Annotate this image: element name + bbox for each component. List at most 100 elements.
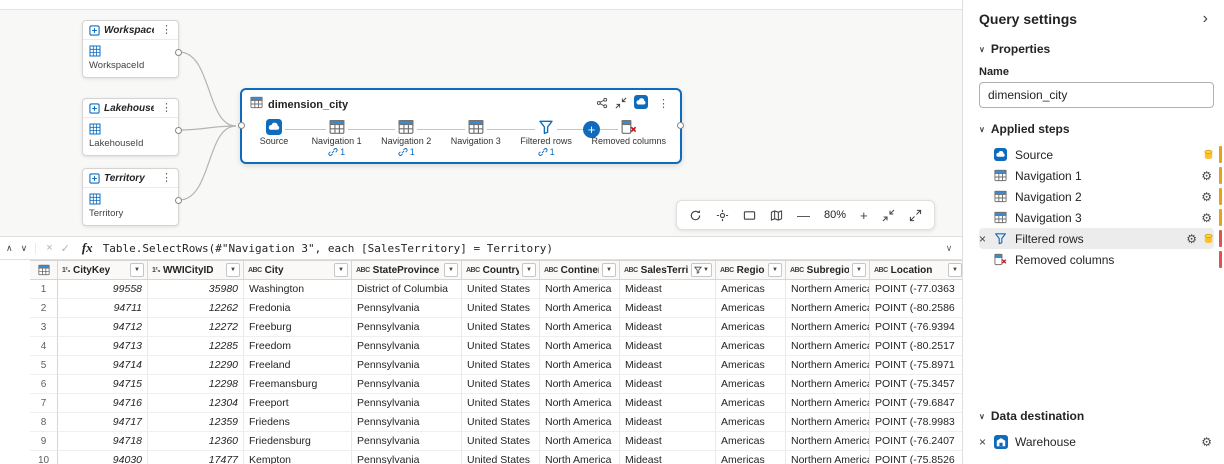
filter-dropdown-icon[interactable]: ▼ (226, 263, 240, 277)
cell[interactable]: 17477 (148, 451, 244, 464)
expand-canvas-button[interactable] (909, 209, 922, 222)
column-header-SalesTerritory[interactable]: ABCSalesTerritory▼ (620, 260, 716, 280)
cell[interactable]: 12290 (148, 356, 244, 375)
cell[interactable]: Washington (244, 280, 352, 299)
cell[interactable]: Americas (716, 337, 786, 356)
cell[interactable]: Americas (716, 451, 786, 464)
column-header-Country[interactable]: ABC Country ▼ (462, 260, 540, 280)
applied-step-navigation-3[interactable]: Navigation 3 ⚙ (979, 207, 1222, 228)
cell[interactable]: Mideast (620, 337, 716, 356)
cell[interactable]: POINT (-75.8971 (870, 356, 962, 375)
collapse-panel-button[interactable]: › (1197, 10, 1214, 28)
center-view-button[interactable] (716, 209, 729, 222)
cell[interactable]: North America (540, 413, 620, 432)
cell[interactable]: Americas (716, 280, 786, 299)
row-number[interactable]: 6 (30, 375, 58, 394)
column-header-Continent[interactable]: ABCContinent▼ (540, 260, 620, 280)
applied-step-filtered-rows[interactable]: × Filtered rows ⚙ (979, 228, 1222, 249)
cell[interactable]: Northern America (786, 432, 870, 451)
reset-view-button[interactable] (689, 209, 702, 222)
cell[interactable]: POINT (-75.8526 (870, 451, 962, 464)
cell[interactable]: United States (462, 318, 540, 337)
related-queries-icon[interactable] (596, 96, 608, 114)
output-port[interactable] (175, 49, 182, 56)
cell[interactable]: Pennsylvania (352, 299, 462, 318)
node-step-navigation-2[interactable]: Navigation 21 (381, 119, 431, 157)
next-step-button[interactable]: ∨ (21, 243, 28, 254)
formula-input[interactable]: Table.SelectRows(#"Navigation 3", each [… (103, 242, 936, 255)
cell[interactable]: Fredonia (244, 299, 352, 318)
cell[interactable]: 12285 (148, 337, 244, 356)
cell[interactable]: Northern America (786, 375, 870, 394)
cell[interactable]: Northern America (786, 280, 870, 299)
cell[interactable]: Mideast (620, 318, 716, 337)
column-header-Subregion[interactable]: ABCSubregion▼ (786, 260, 870, 280)
cell[interactable]: Mideast (620, 413, 716, 432)
cell[interactable]: Americas (716, 356, 786, 375)
more-options-icon[interactable]: ⋮ (158, 173, 175, 184)
step-settings-gear-icon[interactable]: ⚙ (1201, 170, 1212, 182)
cell[interactable]: Mideast (620, 280, 716, 299)
query-node-dimension-city[interactable]: dimension_city ⋮ Source Navigation 1 1 Navi… (238, 88, 684, 164)
applied-step-source[interactable]: Source (979, 144, 1222, 165)
filter-dropdown-icon[interactable]: ▼ (768, 263, 782, 277)
cell[interactable]: Northern America (786, 413, 870, 432)
cell[interactable]: Northern America (786, 299, 870, 318)
select-all-cell[interactable] (30, 260, 58, 280)
expand-formula-bar-icon[interactable]: ∨ (936, 243, 962, 254)
applied-step-navigation-2[interactable]: Navigation 2 ⚙ (979, 186, 1222, 207)
cell[interactable]: United States (462, 299, 540, 318)
cell[interactable]: POINT (-80.2586 (870, 299, 962, 318)
cell[interactable]: 12304 (148, 394, 244, 413)
row-number[interactable]: 8 (30, 413, 58, 432)
reference-count-badge[interactable]: 1 (538, 147, 555, 157)
cell[interactable]: POINT (-80.2517 (870, 337, 962, 356)
cell[interactable]: 94714 (58, 356, 148, 375)
parameter-card-territory[interactable]: Territory ⋮ Territory (82, 168, 182, 226)
filter-funnel-icon[interactable]: ▼ (691, 263, 712, 277)
fit-to-screen-button[interactable] (743, 209, 756, 222)
applied-step-navigation-1[interactable]: Navigation 1 ⚙ (979, 165, 1222, 186)
cell[interactable]: Kempton (244, 451, 352, 464)
cell[interactable]: 12360 (148, 432, 244, 451)
cell[interactable]: 12359 (148, 413, 244, 432)
filter-dropdown-icon[interactable]: ▼ (334, 263, 348, 277)
cell[interactable]: POINT (-76.2407 (870, 432, 962, 451)
zoom-out-button[interactable]: — (797, 208, 810, 223)
cell[interactable]: Freedom (244, 337, 352, 356)
cell[interactable]: Northern America (786, 318, 870, 337)
parameter-card-lakehouseid[interactable]: LakehouseId ⋮ LakehouseId (82, 98, 182, 156)
cell[interactable]: North America (540, 299, 620, 318)
filter-dropdown-icon[interactable]: ▼ (444, 263, 458, 277)
cell[interactable]: 94713 (58, 337, 148, 356)
more-options-icon[interactable]: ⋮ (158, 103, 175, 114)
insert-step-button[interactable]: + (583, 121, 600, 138)
node-step-source[interactable]: Source (256, 119, 292, 157)
cell[interactable]: Americas (716, 299, 786, 318)
input-port[interactable] (238, 122, 245, 129)
cell[interactable]: Americas (716, 375, 786, 394)
cell[interactable]: Americas (716, 394, 786, 413)
node-step-navigation-1[interactable]: Navigation 11 (312, 119, 362, 157)
reference-count-badge[interactable]: 1 (328, 147, 345, 157)
properties-section-header[interactable]: ∨ Properties (979, 42, 1214, 56)
cell[interactable]: Pennsylvania (352, 356, 462, 375)
zoom-in-button[interactable]: + (860, 208, 868, 223)
cell[interactable]: North America (540, 280, 620, 299)
cell[interactable]: North America (540, 318, 620, 337)
cell[interactable]: Pennsylvania (352, 451, 462, 464)
cell[interactable]: Mideast (620, 299, 716, 318)
cell[interactable]: Northern America (786, 394, 870, 413)
column-header-StateProvince[interactable]: ABC StateProvince ▼ (352, 260, 462, 280)
collapse-node-icon[interactable] (615, 96, 627, 114)
node-step-removed-columns[interactable]: Removed columns (591, 119, 666, 157)
cell[interactable]: North America (540, 356, 620, 375)
cell[interactable]: Freeport (244, 394, 352, 413)
cell[interactable]: Freeland (244, 356, 352, 375)
cell[interactable]: United States (462, 413, 540, 432)
cell[interactable]: Pennsylvania (352, 318, 462, 337)
step-settings-gear-icon[interactable]: ⚙ (1201, 212, 1212, 224)
parameter-card-workspaceid[interactable]: WorkspaceId ⋮ WorkspaceId (82, 20, 182, 78)
cell[interactable]: 99558 (58, 280, 148, 299)
output-port[interactable] (677, 122, 684, 129)
